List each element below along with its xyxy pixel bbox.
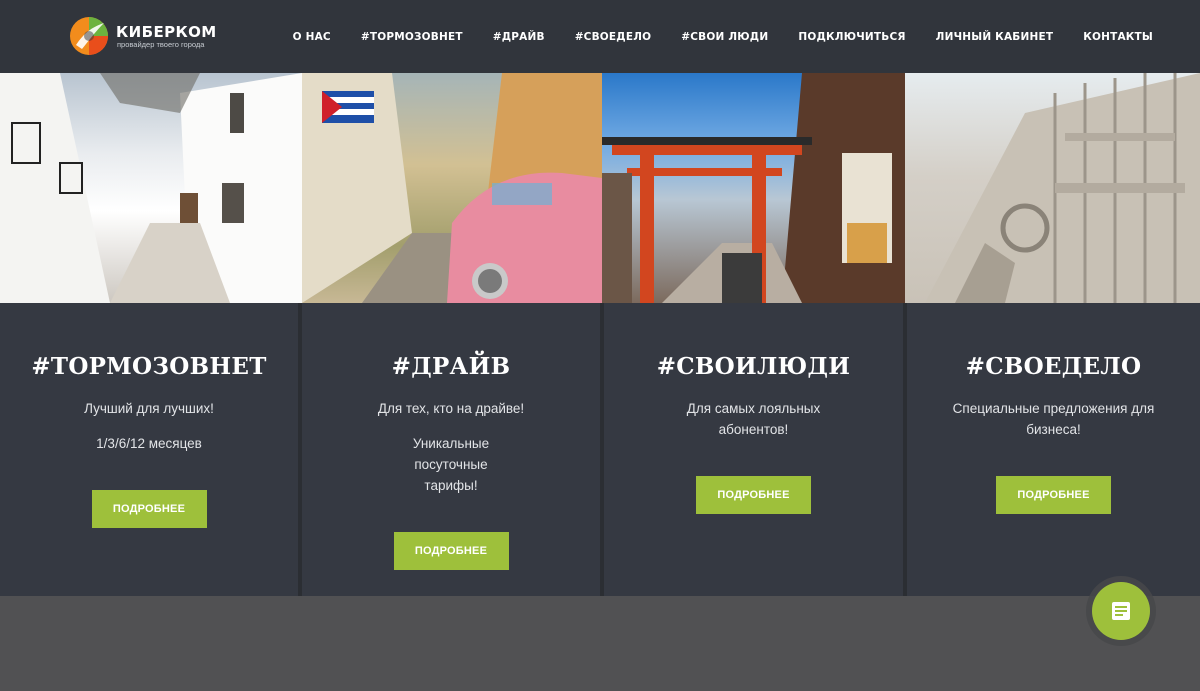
- card-text: Для тех, кто на драйве!: [377, 401, 525, 416]
- card-svoedelo: #СВОЕДЕЛО Специальные предложения для би…: [907, 303, 1200, 596]
- more-button[interactable]: ПОДРОБНЕЕ: [996, 476, 1111, 514]
- more-button[interactable]: ПОДРОБНЕЕ: [91, 490, 207, 528]
- brand-tagline: провайдер твоего города: [117, 39, 205, 49]
- site-header: КИБЕРКОМ провайдер твоего города О НАС #…: [0, 0, 1200, 73]
- nav-svoedelo[interactable]: #СВОЕДЕЛО: [575, 31, 652, 43]
- card-drive: #ДРАЙВ Для тех, кто на драйве! Уникальны…: [302, 303, 604, 596]
- chat-widget[interactable]: [1086, 576, 1156, 646]
- nav-connect[interactable]: ПОДКЛЮЧИТЬСЯ: [798, 31, 905, 43]
- card-title: #ДРАЙВ: [391, 353, 511, 380]
- card-text: Лучший для лучших!: [84, 401, 214, 416]
- nav-about[interactable]: О НАС: [293, 31, 331, 43]
- card-title: #ТОРМОЗОВНЕТ: [31, 353, 267, 380]
- photo-havana-street: [302, 73, 602, 303]
- nav-drive[interactable]: #ДРАЙВ: [493, 31, 545, 43]
- photo-japan-torii: [602, 73, 905, 303]
- photo-white-village: [0, 73, 302, 303]
- logo-mark-icon: [68, 15, 110, 57]
- card-tormozovnet: #ТОРМОЗОВНЕТ Лучший для лучших! 1/3/6/12…: [0, 303, 302, 596]
- card-title: #СВОЕДЕЛО: [965, 353, 1142, 380]
- card-svoi-lyudi: #СВОИЛЮДИ Для самых лояльных абонентов! …: [604, 303, 907, 596]
- page-bottom: [0, 596, 1200, 691]
- chat-widget-icon: [1112, 602, 1130, 620]
- card-text: Уникальные посуточные тарифы!: [412, 436, 490, 493]
- nav-tormozovnet[interactable]: #ТОРМОЗОВНЕТ: [361, 31, 463, 43]
- chat-button[interactable]: [1092, 582, 1150, 640]
- nav-contacts[interactable]: КОНТАКТЫ: [1083, 31, 1153, 43]
- logo[interactable]: КИБЕРКОМ провайдер твоего города: [68, 14, 217, 58]
- card-text: 1/3/6/12 месяцев: [96, 436, 202, 451]
- photo-strip: [0, 73, 1200, 303]
- tariff-cards: #ТОРМОЗОВНЕТ Лучший для лучших! 1/3/6/12…: [0, 303, 1200, 596]
- brand-name: КИБЕРКОМ: [116, 22, 217, 41]
- more-button[interactable]: ПОДРОБНЕЕ: [696, 476, 811, 514]
- card-text: Для самых лояльных абонентов!: [686, 401, 821, 437]
- nav-account[interactable]: ЛИЧНЫЙ КАБИНЕТ: [936, 31, 1054, 43]
- card-text: Специальные предложения для бизнеса!: [952, 401, 1155, 437]
- more-button[interactable]: ПОДРОБНЕЕ: [393, 532, 509, 570]
- nav-svoi-lyudi[interactable]: #СВОИ ЛЮДИ: [681, 31, 768, 43]
- main-nav: О НАС #ТОРМОЗОВНЕТ #ДРАЙВ #СВОЕДЕЛО #СВО…: [263, 0, 1153, 73]
- photo-gothic-cathedral: [905, 73, 1200, 303]
- card-title: #СВОИЛЮДИ: [656, 353, 851, 380]
